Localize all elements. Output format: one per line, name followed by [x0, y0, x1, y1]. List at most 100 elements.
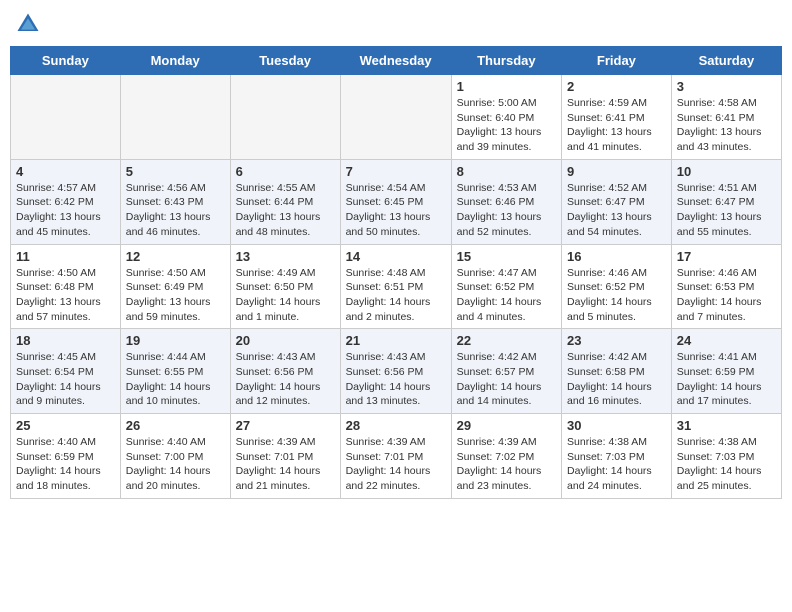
day-number: 19	[126, 333, 225, 348]
day-number: 18	[16, 333, 115, 348]
day-number: 17	[677, 249, 776, 264]
calendar-day-15: 15 Sunrise: 4:47 AM Sunset: 6:52 PM Dayli…	[451, 244, 561, 329]
calendar-header-tuesday: Tuesday	[230, 47, 340, 75]
calendar-day-3: 3 Sunrise: 4:58 AM Sunset: 6:41 PM Daylig…	[671, 75, 781, 160]
calendar-day-16: 16Sunrise: 4:46 AM Sunset: 6:52 PM Dayli…	[562, 244, 672, 329]
day-info: Sunrise: 4:41 AM Sunset: 6:59 PM Dayligh…	[677, 350, 776, 409]
calendar-day-5: 5 Sunrise: 4:56 AM Sunset: 6:43 PM Daylig…	[120, 159, 230, 244]
day-number: 7	[346, 164, 446, 179]
day-info: Sunrise: 4:40 AM Sunset: 6:59 PM Dayligh…	[16, 435, 115, 494]
day-number: 31	[677, 418, 776, 433]
calendar-day-13: 13 Sunrise: 4:49 AM Sunset: 6:50 PM Dayli…	[230, 244, 340, 329]
day-info: Sunrise: 4:48 AM Sunset: 6:51 PM Dayligh…	[346, 266, 446, 325]
calendar-week-row: 11 Sunrise: 4:50 AM Sunset: 6:48 PM Dayli…	[11, 244, 782, 329]
day-number: 16	[567, 249, 666, 264]
day-number: 3	[677, 79, 776, 94]
day-number: 15	[457, 249, 556, 264]
calendar-week-row: 1Sunrise: 5:00 AM Sunset: 6:40 PM Daylig…	[11, 75, 782, 160]
calendar-day-25: 25 Sunrise: 4:40 AM Sunset: 6:59 PM Dayli…	[11, 414, 121, 499]
day-number: 22	[457, 333, 556, 348]
day-number: 13	[236, 249, 335, 264]
calendar-day-18: 18 Sunrise: 4:45 AM Sunset: 6:54 PM Dayli…	[11, 329, 121, 414]
calendar-day-20: 20 Sunrise: 4:43 AM Sunset: 6:56 PM Dayli…	[230, 329, 340, 414]
day-info: Sunrise: 4:42 AM Sunset: 6:58 PM Dayligh…	[567, 350, 666, 409]
day-info: Sunrise: 4:58 AM Sunset: 6:41 PM Dayligh…	[677, 96, 776, 155]
day-number: 14	[346, 249, 446, 264]
calendar-day-empty	[120, 75, 230, 160]
day-number: 23	[567, 333, 666, 348]
day-info: Sunrise: 4:54 AM Sunset: 6:45 PM Dayligh…	[346, 181, 446, 240]
calendar-header-monday: Monday	[120, 47, 230, 75]
calendar-week-row: 18 Sunrise: 4:45 AM Sunset: 6:54 PM Dayli…	[11, 329, 782, 414]
calendar-week-row: 4 Sunrise: 4:57 AM Sunset: 6:42 PM Daylig…	[11, 159, 782, 244]
calendar-day-8: 8Sunrise: 4:53 AM Sunset: 6:46 PM Daylig…	[451, 159, 561, 244]
day-number: 24	[677, 333, 776, 348]
calendar-day-14: 14 Sunrise: 4:48 AM Sunset: 6:51 PM Dayli…	[340, 244, 451, 329]
calendar-header-row: SundayMondayTuesdayWednesdayThursdayFrid…	[11, 47, 782, 75]
day-number: 28	[346, 418, 446, 433]
calendar-day-empty	[340, 75, 451, 160]
calendar-header-friday: Friday	[562, 47, 672, 75]
calendar-day-11: 11 Sunrise: 4:50 AM Sunset: 6:48 PM Dayli…	[11, 244, 121, 329]
calendar-table: SundayMondayTuesdayWednesdayThursdayFrid…	[10, 46, 782, 499]
calendar-header-wednesday: Wednesday	[340, 47, 451, 75]
calendar-day-1: 1Sunrise: 5:00 AM Sunset: 6:40 PM Daylig…	[451, 75, 561, 160]
day-info: Sunrise: 4:51 AM Sunset: 6:47 PM Dayligh…	[677, 181, 776, 240]
day-number: 9	[567, 164, 666, 179]
calendar-day-7: 7 Sunrise: 4:54 AM Sunset: 6:45 PM Daylig…	[340, 159, 451, 244]
calendar-day-24: 24 Sunrise: 4:41 AM Sunset: 6:59 PM Dayli…	[671, 329, 781, 414]
day-info: Sunrise: 4:43 AM Sunset: 6:56 PM Dayligh…	[346, 350, 446, 409]
day-info: Sunrise: 4:43 AM Sunset: 6:56 PM Dayligh…	[236, 350, 335, 409]
day-info: Sunrise: 4:39 AM Sunset: 7:01 PM Dayligh…	[346, 435, 446, 494]
logo-icon	[14, 10, 42, 38]
day-number: 2	[567, 79, 666, 94]
day-number: 6	[236, 164, 335, 179]
calendar-day-12: 12Sunrise: 4:50 AM Sunset: 6:49 PM Dayli…	[120, 244, 230, 329]
day-number: 25	[16, 418, 115, 433]
day-info: Sunrise: 4:44 AM Sunset: 6:55 PM Dayligh…	[126, 350, 225, 409]
calendar-day-9: 9 Sunrise: 4:52 AM Sunset: 6:47 PM Daylig…	[562, 159, 672, 244]
day-info: Sunrise: 4:50 AM Sunset: 6:48 PM Dayligh…	[16, 266, 115, 325]
day-info: Sunrise: 4:52 AM Sunset: 6:47 PM Dayligh…	[567, 181, 666, 240]
calendar-day-27: 27Sunrise: 4:39 AM Sunset: 7:01 PM Dayli…	[230, 414, 340, 499]
logo	[14, 10, 46, 38]
calendar-day-26: 26Sunrise: 4:40 AM Sunset: 7:00 PM Dayli…	[120, 414, 230, 499]
day-info: Sunrise: 4:38 AM Sunset: 7:03 PM Dayligh…	[567, 435, 666, 494]
day-number: 29	[457, 418, 556, 433]
day-info: Sunrise: 4:42 AM Sunset: 6:57 PM Dayligh…	[457, 350, 556, 409]
calendar-day-empty	[11, 75, 121, 160]
day-info: Sunrise: 4:47 AM Sunset: 6:52 PM Dayligh…	[457, 266, 556, 325]
day-number: 11	[16, 249, 115, 264]
calendar-day-4: 4 Sunrise: 4:57 AM Sunset: 6:42 PM Daylig…	[11, 159, 121, 244]
calendar-day-30: 30 Sunrise: 4:38 AM Sunset: 7:03 PM Dayli…	[562, 414, 672, 499]
calendar-header-saturday: Saturday	[671, 47, 781, 75]
calendar-day-22: 22 Sunrise: 4:42 AM Sunset: 6:57 PM Dayli…	[451, 329, 561, 414]
calendar-day-29: 29 Sunrise: 4:39 AM Sunset: 7:02 PM Dayli…	[451, 414, 561, 499]
calendar-day-empty	[230, 75, 340, 160]
calendar-header-thursday: Thursday	[451, 47, 561, 75]
day-info: Sunrise: 4:49 AM Sunset: 6:50 PM Dayligh…	[236, 266, 335, 325]
calendar-week-row: 25 Sunrise: 4:40 AM Sunset: 6:59 PM Dayli…	[11, 414, 782, 499]
calendar-day-21: 21 Sunrise: 4:43 AM Sunset: 6:56 PM Dayli…	[340, 329, 451, 414]
day-number: 10	[677, 164, 776, 179]
day-info: Sunrise: 4:57 AM Sunset: 6:42 PM Dayligh…	[16, 181, 115, 240]
calendar-day-28: 28 Sunrise: 4:39 AM Sunset: 7:01 PM Dayli…	[340, 414, 451, 499]
page-header	[10, 10, 782, 38]
day-number: 5	[126, 164, 225, 179]
day-number: 30	[567, 418, 666, 433]
day-number: 20	[236, 333, 335, 348]
day-info: Sunrise: 4:59 AM Sunset: 6:41 PM Dayligh…	[567, 96, 666, 155]
calendar-day-19: 19 Sunrise: 4:44 AM Sunset: 6:55 PM Dayli…	[120, 329, 230, 414]
day-number: 4	[16, 164, 115, 179]
day-number: 21	[346, 333, 446, 348]
day-info: Sunrise: 4:53 AM Sunset: 6:46 PM Dayligh…	[457, 181, 556, 240]
day-info: Sunrise: 4:39 AM Sunset: 7:02 PM Dayligh…	[457, 435, 556, 494]
day-number: 12	[126, 249, 225, 264]
day-info: Sunrise: 4:45 AM Sunset: 6:54 PM Dayligh…	[16, 350, 115, 409]
calendar-day-31: 31Sunrise: 4:38 AM Sunset: 7:03 PM Dayli…	[671, 414, 781, 499]
day-info: Sunrise: 4:56 AM Sunset: 6:43 PM Dayligh…	[126, 181, 225, 240]
day-info: Sunrise: 4:46 AM Sunset: 6:53 PM Dayligh…	[677, 266, 776, 325]
calendar-header-sunday: Sunday	[11, 47, 121, 75]
calendar-day-23: 23 Sunrise: 4:42 AM Sunset: 6:58 PM Dayli…	[562, 329, 672, 414]
day-number: 26	[126, 418, 225, 433]
